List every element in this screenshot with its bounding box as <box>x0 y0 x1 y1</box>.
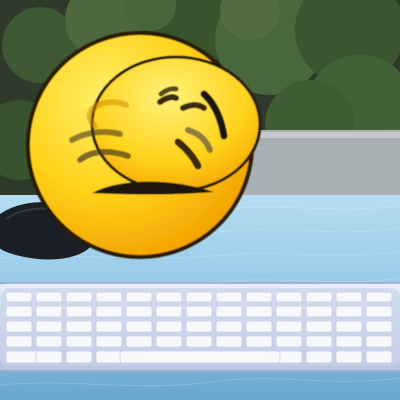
keycap <box>95 320 123 333</box>
keycap <box>185 335 213 348</box>
keycap <box>275 291 303 303</box>
keycap <box>275 320 303 333</box>
keycap <box>65 335 93 348</box>
keycap <box>95 335 123 348</box>
keycap <box>215 305 243 318</box>
wall <box>240 130 400 200</box>
photo-scene <box>0 0 400 400</box>
keycap <box>215 335 243 348</box>
keycap <box>155 305 183 318</box>
keycap <box>335 335 363 348</box>
keycap <box>155 335 183 348</box>
keycap <box>365 320 393 333</box>
keycap <box>95 305 123 318</box>
keycap <box>215 320 243 333</box>
keycap <box>305 350 333 364</box>
keycap <box>365 350 393 364</box>
keycap <box>365 335 393 348</box>
keycap <box>35 335 63 348</box>
keycap <box>365 291 393 303</box>
keycap <box>155 320 183 333</box>
keycap <box>275 335 303 348</box>
keycap <box>245 335 273 348</box>
keycap <box>245 291 273 303</box>
keycap <box>185 291 213 303</box>
spacebar-key <box>119 350 281 364</box>
keycap <box>65 305 93 318</box>
keycap <box>95 350 123 364</box>
keycap <box>35 291 63 303</box>
keycap <box>215 291 243 303</box>
keycap <box>5 335 33 348</box>
scene-svg <box>0 0 400 400</box>
keycap <box>335 350 363 364</box>
keycap <box>365 305 393 318</box>
wall-cap <box>240 132 400 138</box>
keycap <box>305 320 333 333</box>
keycap <box>35 320 63 333</box>
keycap <box>5 305 33 318</box>
keycap <box>5 320 33 333</box>
keycap <box>185 320 213 333</box>
keycap <box>185 305 213 318</box>
keycap <box>5 291 33 303</box>
keycap <box>245 320 273 333</box>
keycap <box>125 291 153 303</box>
keycap <box>125 320 153 333</box>
keycap <box>65 320 93 333</box>
keycap <box>95 291 123 303</box>
keycap <box>335 320 363 333</box>
keycap <box>305 335 333 348</box>
keycap <box>275 305 303 318</box>
keycap <box>125 305 153 318</box>
keycap <box>155 291 183 303</box>
keycap <box>125 335 153 348</box>
keycap <box>245 305 273 318</box>
keycap <box>65 350 93 364</box>
keycap <box>35 350 63 364</box>
keycap <box>305 305 333 318</box>
keycap <box>335 291 363 303</box>
keycap <box>65 291 93 303</box>
keycap <box>305 291 333 303</box>
keycap <box>335 305 363 318</box>
keycap <box>35 305 63 318</box>
